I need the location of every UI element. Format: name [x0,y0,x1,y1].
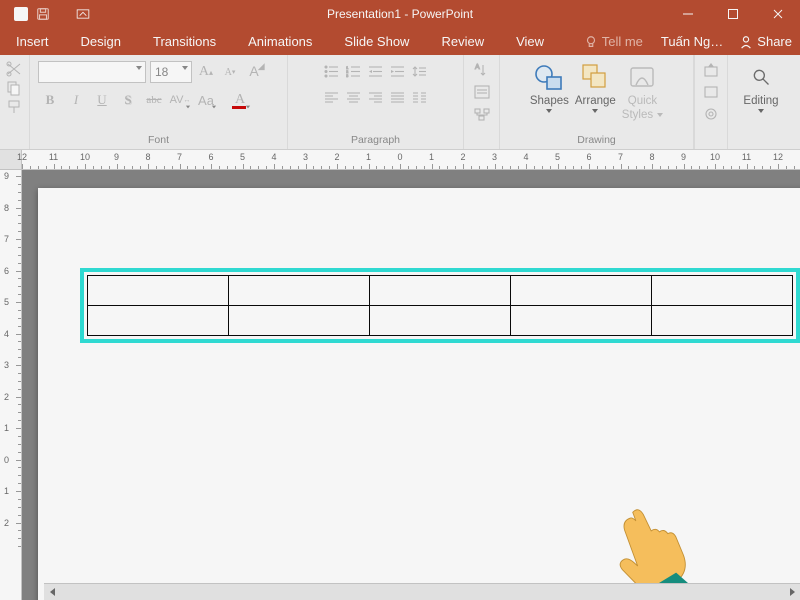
horizontal-scrollbar[interactable] [44,583,800,600]
drawing-group: Shapes Arrange Quick Styles Drawing [500,55,694,149]
justify-button[interactable] [387,87,409,107]
editing-group: Editing [728,55,794,149]
editing-button[interactable]: Editing [743,61,778,113]
paragraph-group-label: Paragraph [351,134,400,147]
inserted-table[interactable] [80,268,800,343]
scroll-right-button[interactable] [783,584,800,600]
svg-text:A: A [475,64,480,71]
tab-transitions[interactable]: Transitions [137,28,232,55]
window-title: Presentation1 - PowerPoint [327,7,473,21]
bold-button[interactable]: B [38,89,62,111]
tab-insert[interactable]: Insert [0,28,65,55]
table-cell[interactable] [88,306,229,336]
shapes-label: Shapes [530,95,569,107]
table-cell[interactable] [511,306,652,336]
tab-slideshow[interactable]: Slide Show [328,28,425,55]
arrange-button[interactable]: Arrange [575,61,616,113]
format-painter-icon[interactable] [5,99,23,115]
decrease-indent-button[interactable] [365,61,387,81]
tell-me-search[interactable]: Tell me [574,28,653,55]
paragraph-group: 123 Paragraph [288,55,464,149]
char-spacing-button[interactable]: AV↔ [168,89,192,111]
tab-view[interactable]: View [500,28,560,55]
horizontal-ruler[interactable]: 1211109876543210123456789101112 [0,150,800,170]
convert-smartart-button[interactable] [472,105,492,123]
drawing-group-label: Drawing [577,134,616,147]
table-cell[interactable] [511,276,652,306]
font-group: 18 A▴ A▾ A◢ B I U S abc AV↔ Aa A Fon [30,55,288,149]
quick-styles-button[interactable]: Quick Styles [622,61,663,121]
text-shadow-button[interactable]: S [116,89,140,111]
paragraph-extra-group: A [464,55,500,149]
align-center-button[interactable] [343,87,365,107]
tab-design[interactable]: Design [65,28,137,55]
tell-me-label: Tell me [602,34,643,49]
arrange-label: Arrange [575,95,616,107]
table-cell[interactable] [229,306,370,336]
save-icon[interactable] [36,7,50,21]
quick-styles-label2: Styles [622,109,653,121]
font-group-label: Font [148,134,169,147]
italic-button[interactable]: I [64,89,88,111]
slide-canvas[interactable] [22,170,800,600]
editing-label: Editing [743,95,778,107]
account-user[interactable]: Tuấn Ng… [653,28,731,55]
quick-styles-label1: Quick [628,95,657,107]
tab-animations[interactable]: Animations [232,28,328,55]
tab-review[interactable]: Review [425,28,500,55]
shrink-font-button[interactable]: A▾ [220,62,240,82]
bullets-button[interactable] [321,61,343,81]
vertical-ruler[interactable]: 987654321012 [0,170,22,600]
share-button[interactable]: Share [731,28,800,55]
shape-fill-button[interactable] [701,61,721,79]
clear-formatting-button[interactable]: A◢ [244,62,264,82]
copy-icon[interactable] [5,80,23,96]
change-case-button[interactable]: Aa [194,89,218,111]
person-icon [739,35,753,49]
clipboard-group [0,55,30,149]
align-right-button[interactable] [365,87,387,107]
strikethrough-button[interactable]: abc [142,89,166,111]
table-cell[interactable] [370,276,511,306]
table-cell[interactable] [88,276,229,306]
line-spacing-button[interactable] [409,61,431,81]
lightbulb-icon [584,35,598,49]
font-size-value: 18 [155,65,168,79]
maximize-button[interactable] [710,0,755,28]
presentation-doc-icon [14,7,28,21]
shape-effects-button[interactable] [701,105,721,123]
increase-indent-button[interactable] [387,61,409,81]
shape-outline-button[interactable] [701,83,721,101]
ribbon-display-options-icon[interactable] [60,0,105,28]
font-family-selector[interactable] [38,61,146,83]
numbering-button[interactable]: 123 [343,61,365,81]
share-label: Share [757,34,792,49]
table-cell[interactable] [370,306,511,336]
close-button[interactable] [755,0,800,28]
svg-text:3: 3 [346,73,349,78]
table-cell[interactable] [229,276,370,306]
font-color-button[interactable]: A [228,89,252,111]
align-left-button[interactable] [321,87,343,107]
columns-button[interactable] [409,87,431,107]
cut-icon[interactable] [5,61,23,77]
text-direction-button[interactable]: A [472,61,492,79]
underline-button[interactable]: U [90,89,114,111]
font-size-selector[interactable]: 18 [150,61,192,83]
shape-format-group [694,55,728,149]
scroll-left-button[interactable] [44,584,61,600]
align-text-button[interactable] [472,83,492,101]
table-cell[interactable] [652,276,793,306]
minimize-button[interactable] [665,0,710,28]
grow-font-button[interactable]: A▴ [196,62,216,82]
shapes-button[interactable]: Shapes [530,61,569,113]
table-cell[interactable] [652,306,793,336]
